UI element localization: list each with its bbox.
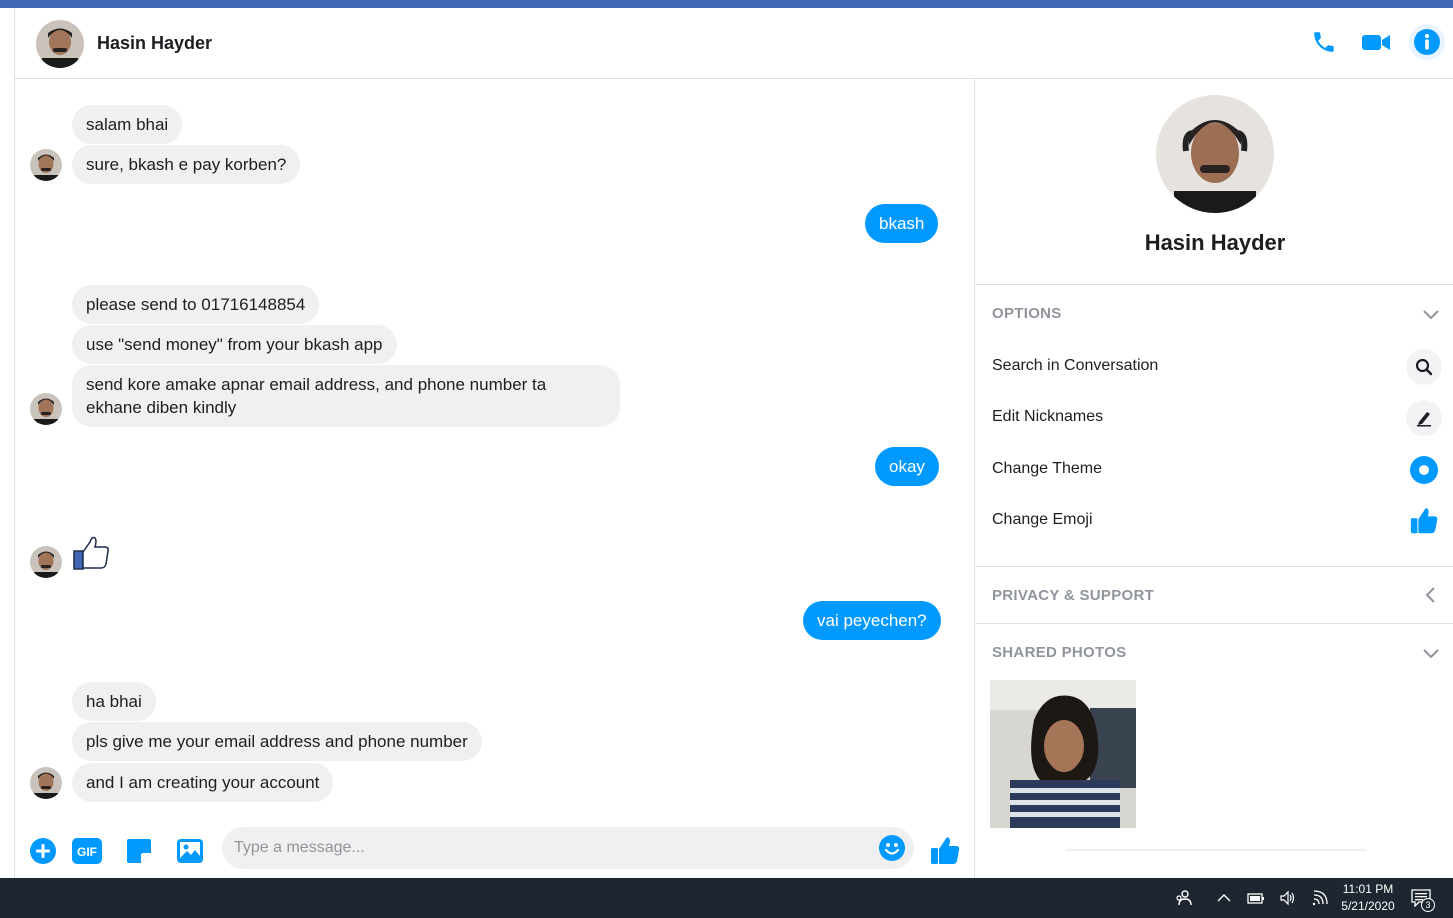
thumbs-up-icon — [73, 536, 109, 570]
thumbs-up-icon — [931, 837, 960, 864]
incoming-message[interactable]: and I am creating your account — [72, 763, 334, 802]
emoji-button[interactable] — [878, 834, 906, 862]
clock-date: 5/21/2020 — [1341, 899, 1395, 913]
incoming-message[interactable]: use "send money" from your bkash app — [72, 325, 397, 364]
volume-icon[interactable] — [1278, 888, 1298, 908]
search-icon — [1406, 349, 1442, 385]
pencil-icon — [1406, 400, 1442, 436]
sticker-icon — [127, 839, 151, 863]
sender-avatar[interactable] — [30, 393, 62, 425]
battery-icon[interactable] — [1246, 888, 1266, 908]
outgoing-message[interactable]: okay — [875, 447, 939, 486]
message-composer: GIF — [15, 823, 975, 879]
like-sticker[interactable] — [72, 534, 112, 572]
info-icon — [1414, 29, 1440, 55]
shared-photo-thumbnail[interactable] — [990, 680, 1136, 828]
incoming-message[interactable]: sure, bkash e pay korben? — [72, 145, 301, 184]
option-change-theme[interactable]: Change Theme — [976, 448, 1453, 492]
scroll-indicator — [1066, 849, 1366, 851]
outgoing-message[interactable]: vai peyechen? — [803, 601, 941, 640]
notification-count-badge: 3 — [1421, 898, 1435, 912]
conversation-info-button[interactable] — [1409, 24, 1445, 60]
profile-avatar[interactable] — [1156, 95, 1274, 213]
option-label: Change Emoji — [992, 511, 1093, 528]
image-icon — [177, 839, 203, 863]
incoming-message[interactable]: ha bhai — [72, 682, 156, 721]
people-icon[interactable] — [1174, 888, 1194, 908]
option-label: Change Theme — [992, 460, 1102, 477]
gif-icon: GIF — [72, 838, 102, 864]
privacy-section-title[interactable]: PRIVACY & SUPPORT — [992, 587, 1154, 604]
windows-taskbar: 11:01 PM 5/21/2020 3 — [0, 878, 1453, 918]
conversation-header: Hasin Hayder — [15, 8, 1453, 79]
contact-name: Hasin Hayder — [97, 33, 213, 53]
messenger-window: Hasin Hayder salam bhai sure, bkash e pa… — [14, 8, 1453, 878]
divider — [976, 566, 1453, 567]
option-label: Search in Conversation — [992, 357, 1159, 374]
svg-text:GIF: GIF — [77, 845, 97, 859]
shared-photos-section-title[interactable]: SHARED PHOTOS — [992, 644, 1126, 661]
outgoing-message[interactable]: bkash — [865, 204, 939, 243]
sender-avatar[interactable] — [30, 546, 62, 578]
chevron-left-icon[interactable] — [1422, 586, 1440, 604]
video-call-button[interactable] — [1358, 24, 1394, 60]
sticker-button[interactable] — [123, 835, 155, 867]
message-input-wrapper — [222, 827, 914, 869]
system-clock[interactable]: 11:01 PM 5/21/2020 — [1340, 881, 1396, 915]
option-change-emoji[interactable]: Change Emoji — [976, 499, 1453, 543]
chevron-down-icon[interactable] — [1422, 644, 1440, 662]
chevron-down-icon[interactable] — [1422, 305, 1440, 323]
more-actions-button[interactable] — [27, 835, 59, 867]
chevron-up-icon[interactable] — [1214, 888, 1234, 908]
thumbs-up-icon — [1406, 503, 1442, 539]
incoming-message[interactable]: please send to 01716148854 — [72, 285, 320, 324]
phone-icon — [1314, 32, 1334, 52]
message-thread: salam bhai sure, bkash e pay korben? bka… — [15, 79, 975, 878]
clock-time: 11:01 PM — [1342, 882, 1394, 896]
browser-top-bar — [0, 0, 1453, 8]
conversation-info-panel: Hasin Hayder OPTIONS Search in Conversat… — [976, 79, 1453, 878]
smiley-icon — [879, 835, 905, 861]
incoming-message[interactable]: send kore amake apnar email address, and… — [72, 365, 620, 427]
divider — [976, 284, 1453, 285]
contact-avatar[interactable] — [36, 20, 84, 68]
audio-call-button[interactable] — [1306, 24, 1342, 60]
profile-name: Hasin Hayder — [1144, 230, 1286, 255]
incoming-message[interactable]: pls give me your email address and phone… — [72, 722, 482, 761]
message-input[interactable] — [234, 827, 854, 869]
wifi-icon[interactable] — [1311, 888, 1331, 908]
sender-avatar[interactable] — [30, 767, 62, 799]
option-search-in-conversation[interactable]: Search in Conversation — [976, 345, 1453, 389]
option-edit-nicknames[interactable]: Edit Nicknames — [976, 396, 1453, 440]
sender-avatar[interactable] — [30, 149, 62, 181]
video-camera-icon — [1362, 35, 1390, 50]
plus-icon — [30, 838, 56, 864]
photo-button[interactable] — [174, 835, 206, 867]
divider — [976, 623, 1453, 624]
theme-icon — [1406, 452, 1442, 488]
send-like-button[interactable] — [929, 835, 961, 867]
option-label: Edit Nicknames — [992, 408, 1104, 425]
gif-button[interactable]: GIF — [71, 835, 103, 867]
incoming-message[interactable]: salam bhai — [72, 105, 183, 144]
options-section-title[interactable]: OPTIONS — [992, 305, 1062, 322]
